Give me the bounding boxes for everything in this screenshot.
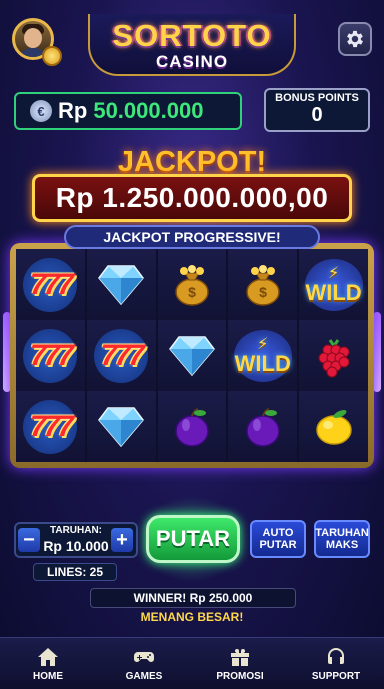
jackpot-progressive-banner: JACKPOT PROGRESSIVE! [64,225,320,249]
wild-symbol: ⚡ WILD [233,329,292,382]
bonus-points-label: BONUS POINTS [275,92,359,104]
seven-symbol: 777 [94,328,149,383]
reel-cell [299,391,368,462]
right-light-strip [373,312,381,392]
bottom-nav: HOME GAMES PROMOSI SUPPORT [0,637,384,689]
nav-label-home: HOME [33,671,63,682]
jackpot-amount-box: Rp 1.250.000.000,00 [32,174,352,222]
seven-symbol: 777 [23,328,78,383]
max-bet-label-1: TARUHAN [315,527,369,539]
home-icon [38,648,58,666]
coin-badge-icon [42,46,62,66]
plum-icon [175,407,209,447]
gamepad-icon [134,652,154,662]
gift-icon [231,649,249,666]
diamond-icon [98,406,145,447]
nav-item-home[interactable]: HOME [0,638,96,689]
reel-cell: ⚡ WILD [299,249,368,320]
nav-item-promosi[interactable]: PROMOSI [192,638,288,689]
auto-spin-label-1: AUTO [262,527,294,539]
bet-value: Rp 10.000 [43,538,109,554]
logo-title: SORTOTO [112,18,272,53]
balance-currency: Rp [58,98,88,123]
avatar-face [24,28,42,48]
svg-text:$: $ [188,284,196,300]
balance-amount: 50.000.000 [93,98,204,123]
money-bag-icon: $ [246,264,280,306]
reel-cell [157,320,227,391]
nav-item-support[interactable]: SUPPORT [288,638,384,689]
diamond-icon [169,335,215,376]
nav-label-promosi: PROMOSI [216,671,264,682]
reel-cell: 777 [86,320,156,391]
bonus-points-value: 0 [311,104,323,126]
spin-button[interactable]: PUTAR [146,515,240,563]
balance-display: € Rp 50.000.000 [14,92,242,130]
winner-message: WINNER! Rp 250.000 [90,588,296,608]
raspberry-icon [318,338,350,377]
auto-spin-button[interactable]: AUTO PUTAR [250,520,306,558]
reel-cell [157,391,227,462]
plum-icon [246,407,280,447]
wild-symbol: ⚡ WILD [304,258,363,311]
reel-grid: 777 $ $ ⚡ WILD 777 777 ⚡ WILD 777 [16,249,368,462]
reel-cell: 777 [16,391,85,462]
seven-symbol: 777 [23,399,78,454]
nav-label-games: GAMES [125,671,163,682]
reel-cell: 777 [16,249,85,320]
reel-cell [299,320,368,391]
settings-button[interactable] [338,22,372,56]
bet-label: TARUHAN: [49,525,103,536]
wild-label: WILD [234,350,291,376]
max-bet-label-2: MAKS [325,539,359,551]
lines-display: LINES: 25 [33,563,117,581]
reel-cell: ⚡ WILD [228,320,298,391]
reel-cell [86,249,156,320]
money-bag-icon: $ [175,264,209,306]
slot-reels: 777 $ $ ⚡ WILD 777 777 ⚡ WILD 777 [10,243,374,468]
bonus-points-panel: BONUS POINTS 0 [264,88,370,132]
bet-increase-button[interactable]: + [111,528,133,552]
nav-label-support: SUPPORT [311,671,361,682]
nav-item-games[interactable]: GAMES [96,638,192,689]
auto-spin-label-2: PUTAR [259,539,297,551]
reel-cell [86,391,156,462]
headset-icon [328,648,344,664]
lemon-icon [315,409,352,445]
jackpot-amount: Rp 1.250.000.000,00 [55,182,329,213]
reel-cell: $ [157,249,227,320]
bet-decrease-button[interactable]: − [18,528,40,552]
wild-label: WILD [305,279,362,305]
seven-symbol: 777 [23,257,78,312]
gear-icon [347,30,363,48]
svg-text:$: $ [259,284,267,300]
diamond-icon [98,264,145,305]
logo-subtitle: CASINO [155,52,229,71]
max-bet-button[interactable]: TARUHAN MAKS [314,520,370,558]
big-win-message: MENANG BESAR! [140,610,244,624]
reel-cell [228,391,298,462]
reel-cell: $ [228,249,298,320]
reel-cell: 777 [16,320,85,391]
currency-coin-icon: € [30,100,52,122]
